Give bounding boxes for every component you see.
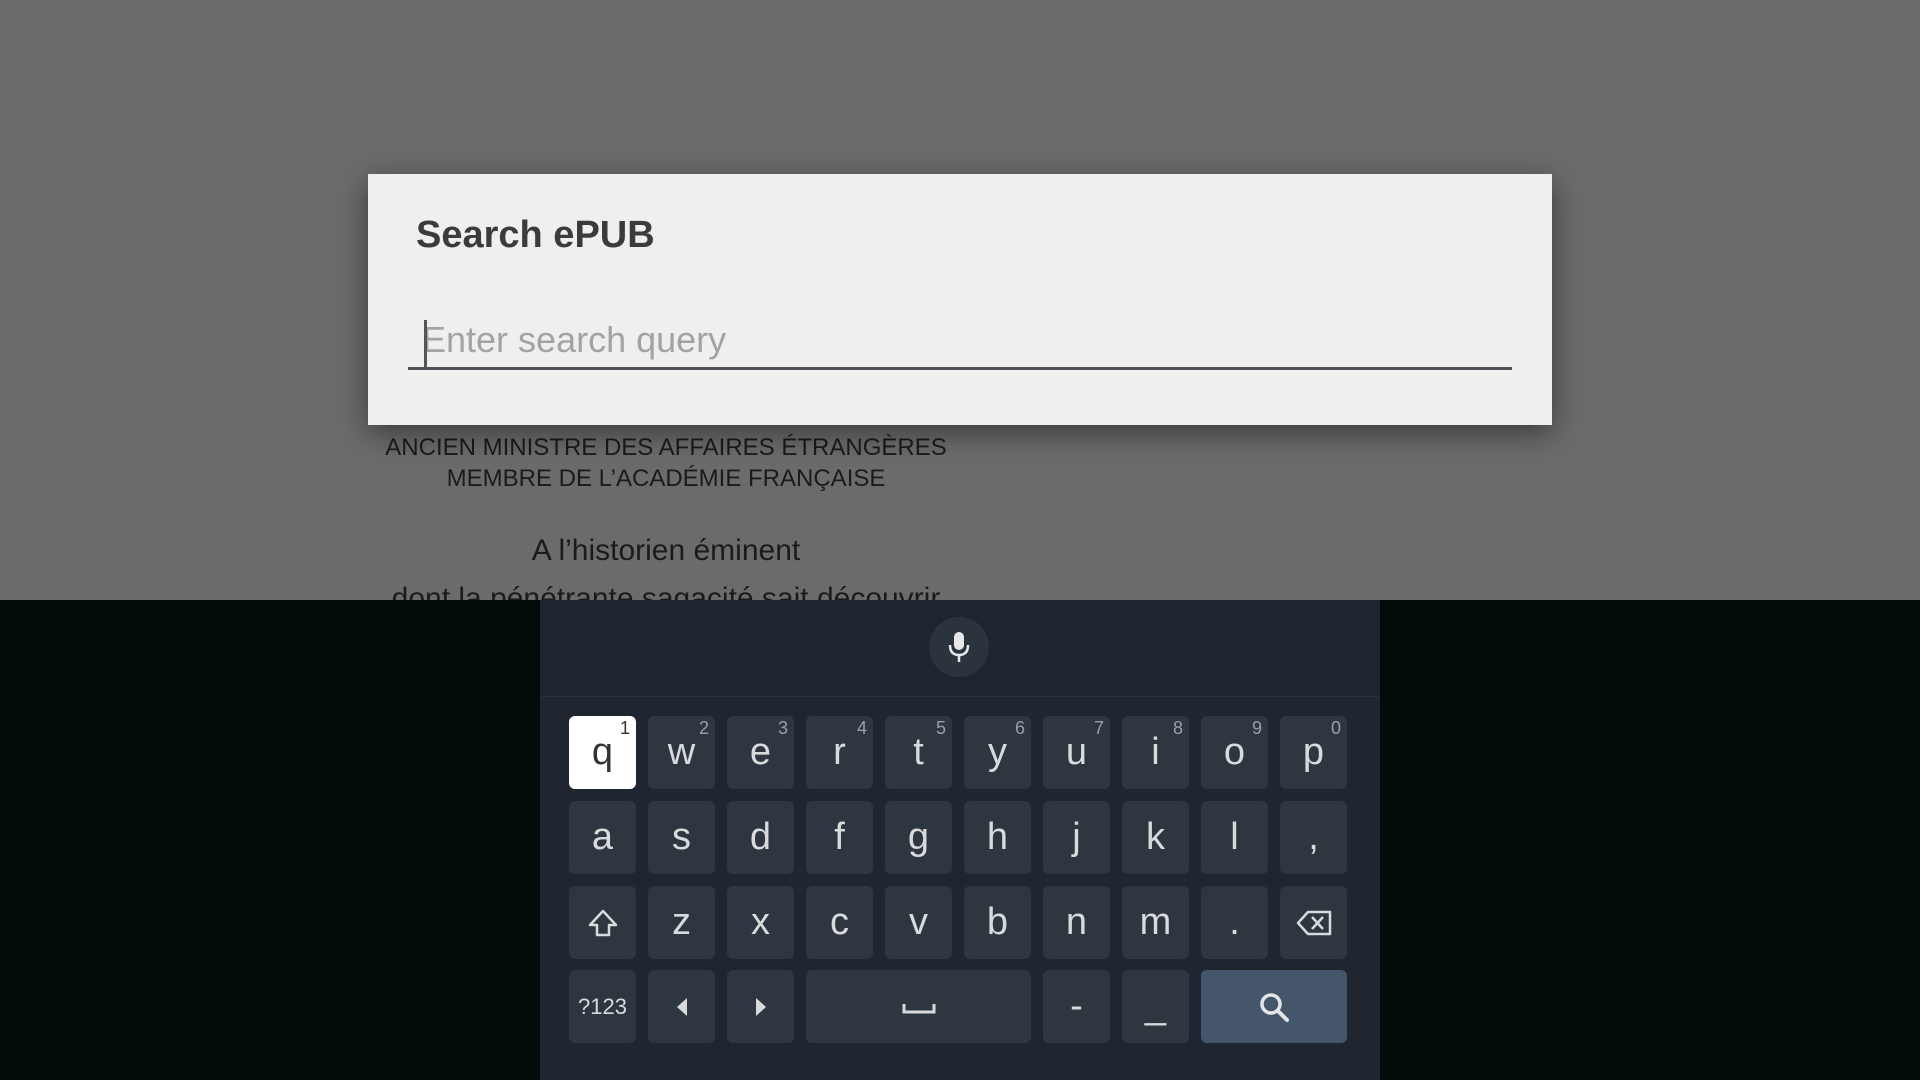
key-p[interactable]: p0 — [1280, 716, 1347, 789]
key-b[interactable]: b — [964, 886, 1031, 959]
key-hint: 6 — [1014, 718, 1025, 738]
key-underscore[interactable]: _ — [1122, 970, 1189, 1043]
shift-icon — [588, 909, 617, 936]
key-label: t — [913, 731, 924, 773]
reader-line-4: dont la pénétrante sagacité sait découvr… — [391, 582, 941, 600]
key-hint: 9 — [1251, 718, 1262, 738]
key-label: j — [1072, 816, 1081, 858]
key-u[interactable]: u7 — [1043, 716, 1110, 789]
key-label: s — [672, 816, 691, 858]
key-label: u — [1065, 731, 1088, 773]
key-label: y — [988, 731, 1007, 773]
key-w[interactable]: w2 — [648, 716, 715, 789]
key-j[interactable]: j — [1043, 801, 1110, 874]
key-hint: 3 — [777, 718, 788, 738]
key-n[interactable]: n — [1043, 886, 1110, 959]
cursor-left-key[interactable] — [648, 970, 715, 1043]
key-c[interactable]: c — [806, 886, 873, 959]
key-s[interactable]: s — [648, 801, 715, 874]
arrow-left-icon — [676, 997, 687, 1016]
key-hint: 4 — [856, 718, 867, 738]
key-z[interactable]: z — [648, 886, 715, 959]
text-caret — [424, 320, 427, 368]
space-key[interactable] — [806, 970, 1031, 1043]
key-label: b — [986, 901, 1009, 943]
key-label: x — [751, 901, 770, 943]
key-label: , — [1308, 816, 1319, 858]
key-label: f — [834, 816, 845, 858]
key-label: . — [1229, 901, 1240, 943]
key-label: k — [1146, 816, 1165, 858]
key-label: p — [1302, 731, 1325, 773]
key-label: e — [749, 731, 772, 773]
key-h[interactable]: h — [964, 801, 1031, 874]
key-y[interactable]: y6 — [964, 716, 1031, 789]
key-g[interactable]: g — [885, 801, 952, 874]
reader-line-3: A l’historien éminent — [531, 534, 801, 567]
key-label: q — [591, 731, 614, 773]
key-hint: 0 — [1330, 718, 1341, 738]
search-icon — [1260, 992, 1289, 1022]
backspace-key[interactable] — [1280, 886, 1347, 959]
key-label: ?123 — [578, 993, 627, 1019]
key-label: z — [672, 901, 691, 943]
key-a[interactable]: a — [569, 801, 636, 874]
dialog-title: Search ePUB — [416, 214, 655, 256]
symbols-key[interactable]: ?123 — [569, 970, 636, 1043]
key-m[interactable]: m — [1122, 886, 1189, 959]
key-hint: 5 — [935, 718, 946, 738]
reader-line-2: MEMBRE DE L’ACADÉMIE FRANÇAISE — [446, 465, 886, 492]
key-label: r — [833, 731, 846, 773]
onscreen-keyboard: q 1 w 2 e 3 r 4 t 5 y 6 u 7 i 8 o 9 p 0 a s d f g h j k l, z x c v b n m. ?1… — [540, 600, 1380, 1080]
key-period[interactable]: . — [1201, 886, 1268, 959]
key-hint: 1 — [619, 718, 630, 738]
key-f[interactable]: f — [806, 801, 873, 874]
backspace-icon — [1296, 910, 1331, 935]
key-label: g — [907, 816, 930, 858]
key-label: d — [749, 816, 772, 858]
search-key[interactable] — [1201, 970, 1347, 1043]
key-l[interactable]: l — [1201, 801, 1268, 874]
key-label: i — [1151, 731, 1160, 773]
key-label: n — [1065, 901, 1088, 943]
key-i[interactable]: i8 — [1122, 716, 1189, 789]
key-k[interactable]: k — [1122, 801, 1189, 874]
key-e[interactable]: e3 — [727, 716, 794, 789]
reader-line-1: ANCIEN MINISTRE DES AFFAIRES ÉTRANGÈRES — [385, 434, 947, 461]
space-icon — [902, 1003, 935, 1013]
mic-icon — [948, 632, 970, 662]
search-dialog: Search ePUB — [368, 174, 1552, 425]
search-input[interactable] — [408, 312, 1512, 370]
key-label: - — [1070, 985, 1083, 1027]
key-r[interactable]: r4 — [806, 716, 873, 789]
arrow-right-icon — [755, 997, 766, 1016]
key-comma[interactable]: , — [1280, 801, 1347, 874]
key-v[interactable]: v — [885, 886, 952, 959]
key-hint: 7 — [1093, 718, 1104, 738]
key-label: w — [667, 731, 696, 773]
key-label: _ — [1144, 985, 1167, 1027]
keyboard-suggestion-strip — [540, 600, 1380, 697]
cursor-right-key[interactable] — [727, 970, 794, 1043]
key-hint: 2 — [698, 718, 709, 738]
shift-key[interactable] — [569, 886, 636, 959]
key-label: v — [909, 901, 928, 943]
key-q[interactable]: q1 — [569, 716, 636, 789]
key-label: m — [1139, 901, 1172, 943]
key-label: h — [986, 816, 1009, 858]
key-hint: 8 — [1172, 718, 1183, 738]
key-d[interactable]: d — [727, 801, 794, 874]
key-t[interactable]: t5 — [885, 716, 952, 789]
mic-button[interactable] — [929, 617, 989, 677]
key-x[interactable]: x — [727, 886, 794, 959]
key-o[interactable]: o9 — [1201, 716, 1268, 789]
key-label: l — [1230, 816, 1239, 858]
key-label: a — [591, 816, 614, 858]
key-label: o — [1223, 731, 1246, 773]
key-dash[interactable]: - — [1043, 970, 1110, 1043]
key-label: c — [830, 901, 849, 943]
